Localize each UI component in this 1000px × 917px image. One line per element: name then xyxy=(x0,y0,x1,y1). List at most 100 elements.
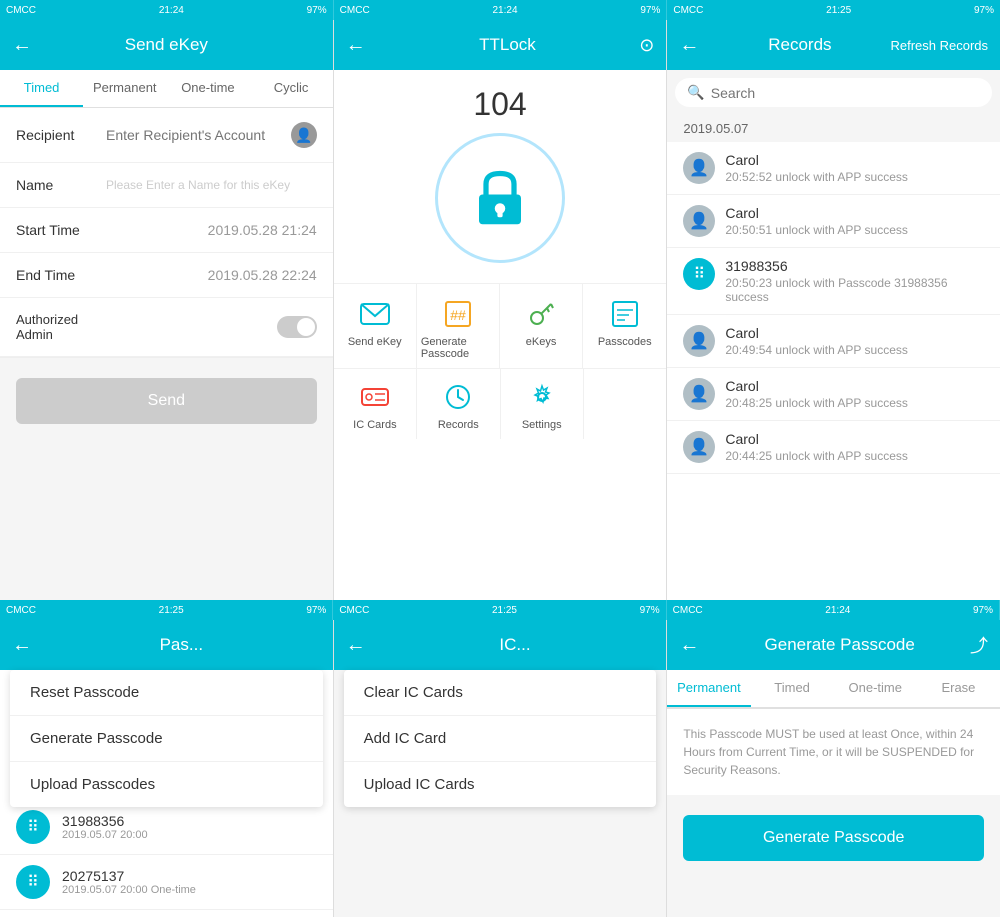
record-name: Carol xyxy=(725,378,984,394)
search-bar: 🔍 xyxy=(667,70,1000,115)
ic-cards-back-button[interactable]: ← xyxy=(346,634,376,657)
top-screens-row: ← Send eKey Timed Permanent One-time Cyc… xyxy=(0,20,1000,600)
records-title: Records xyxy=(709,35,890,55)
passcode-back-button[interactable]: ← xyxy=(12,634,42,657)
generate-passcode-screen: ← Generate Passcode ⤴ Permanent Timed On… xyxy=(667,620,1000,917)
end-label: End Time xyxy=(16,267,106,283)
reset-passcode-item[interactable]: Reset Passcode xyxy=(10,670,323,716)
admin-row: Authorized Admin xyxy=(0,298,333,357)
start-label: Start Time xyxy=(16,222,106,238)
avatar: 👤 xyxy=(683,378,715,410)
passcode-item: ⠿005953292019.05.07 20:00 One-timeInvali… xyxy=(0,910,333,917)
name-row: Name Please Enter a Name for this eKey xyxy=(0,163,333,208)
settings-icon xyxy=(524,379,560,415)
menu-generate-passcode[interactable]: ## Generate Passcode xyxy=(417,284,500,368)
menu-records[interactable]: Records xyxy=(417,369,500,439)
gen-tab-permanent[interactable]: Permanent xyxy=(667,670,750,707)
menu-settings-label: Settings xyxy=(522,419,562,431)
gen-tab-bar: Permanent Timed One-time Erase xyxy=(667,670,1000,709)
records-screen: ← Records Refresh Records 🔍 2019.05.07 👤… xyxy=(667,20,1000,600)
record-item: 👤Carol20:52:52 unlock with APP success xyxy=(667,142,1000,195)
record-name: Carol xyxy=(725,205,984,221)
ekey-tab-bar: Timed Permanent One-time Cyclic xyxy=(0,70,333,108)
end-value[interactable]: 2019.05.28 22:24 xyxy=(106,267,317,283)
record-detail: 20:50:23 unlock with Passcode 31988356 s… xyxy=(725,276,984,304)
tab-timed[interactable]: Timed xyxy=(0,70,83,107)
bot-status-left: CMCC 21:25 97% xyxy=(0,600,333,620)
record-name: 31988356 xyxy=(725,258,984,274)
send-button[interactable]: Send xyxy=(16,378,317,424)
tab-one-time[interactable]: One-time xyxy=(166,70,249,107)
name-label: Name xyxy=(16,177,106,193)
records-icon xyxy=(440,379,476,415)
passcode-screen: ← Pas... Reset Passcode Generate Passcod… xyxy=(0,620,334,917)
passcode-list: ⠿319883562019.05.07 20:00⠿202751372019.0… xyxy=(0,800,333,917)
ttlock-menu-row2: IC Cards Records Settings xyxy=(334,368,667,439)
gen-back-button[interactable]: ← xyxy=(679,634,709,657)
ttlock-title: TTLock xyxy=(376,35,640,55)
generate-passcode-item[interactable]: Generate Passcode xyxy=(10,716,323,762)
start-time-row: Start Time 2019.05.28 21:24 xyxy=(0,208,333,253)
ic-cards-title: IC... xyxy=(376,635,655,655)
records-back-button[interactable]: ← xyxy=(679,34,709,57)
record-detail: 20:50:51 unlock with APP success xyxy=(725,223,984,237)
passcode-number: 20275137 xyxy=(62,868,317,884)
ttlock-header: ← TTLock ⊙ xyxy=(334,20,667,70)
menu-send-ekey[interactable]: Send eKey xyxy=(334,284,417,368)
gen-tab-one-time[interactable]: One-time xyxy=(834,670,917,707)
bottom-status-bar: CMCC 21:25 97% CMCC 21:25 97% CMCC 21:24… xyxy=(0,600,1000,620)
upload-ic-cards-item[interactable]: Upload IC Cards xyxy=(344,762,657,807)
gen-body: This Passcode MUST be used at least Once… xyxy=(667,709,1000,917)
clear-ic-cards-item[interactable]: Clear IC Cards xyxy=(344,670,657,716)
back-button[interactable]: ← xyxy=(12,34,42,57)
record-item: 👤 Carol 20:48:25 unlock with APP success xyxy=(667,368,1000,421)
ttlock-screen: ← TTLock ⊙ 104 Send eKey xyxy=(334,20,668,600)
add-ic-card-item[interactable]: Add IC Card xyxy=(344,716,657,762)
menu-ekeys-label: eKeys xyxy=(526,336,557,348)
contact-icon[interactable]: 👤 xyxy=(291,122,317,148)
records-header: ← Records Refresh Records xyxy=(667,20,1000,70)
recipient-row: Recipient 👤 xyxy=(0,108,333,163)
passcode-header: ← Pas... xyxy=(0,620,333,670)
passcode-item: ⠿319883562019.05.07 20:00 xyxy=(0,800,333,855)
passcode-number: 31988356 xyxy=(62,813,317,829)
tab-permanent[interactable]: Permanent xyxy=(83,70,166,107)
gen-tab-erase[interactable]: Erase xyxy=(917,670,1000,707)
menu-ic-cards[interactable]: IC Cards xyxy=(334,369,417,439)
tab-cyclic[interactable]: Cyclic xyxy=(250,70,333,107)
svg-text:##: ## xyxy=(450,307,466,323)
search-input[interactable] xyxy=(711,85,980,101)
recipient-input[interactable] xyxy=(106,127,291,143)
menu-passcodes[interactable]: Passcodes xyxy=(583,284,666,368)
generate-passcode-button[interactable]: Generate Passcode xyxy=(683,815,984,861)
send-ekey-header: ← Send eKey xyxy=(0,20,333,70)
generate-passcode-icon: ## xyxy=(440,296,476,332)
record-name: Carol xyxy=(725,431,984,447)
admin-toggle[interactable] xyxy=(277,316,317,338)
upload-passcodes-item[interactable]: Upload Passcodes xyxy=(10,762,323,807)
search-icon: 🔍 xyxy=(687,84,704,101)
refresh-records-button[interactable]: Refresh Records xyxy=(890,38,988,53)
menu-gen-passcode-label: Generate Passcode xyxy=(421,336,495,360)
passcode-title: Pas... xyxy=(42,635,321,655)
gen-tab-timed[interactable]: Timed xyxy=(751,670,834,707)
ttlock-back-button[interactable]: ← xyxy=(346,34,376,57)
camera-icon[interactable]: ⊙ xyxy=(639,35,654,56)
start-value[interactable]: 2019.05.28 21:24 xyxy=(106,222,317,238)
gen-notice: This Passcode MUST be used at least Once… xyxy=(667,709,1000,795)
record-detail: 20:52:52 unlock with APP success xyxy=(725,170,984,184)
menu-settings[interactable]: Settings xyxy=(501,369,584,439)
ttlock-body: 104 Send eKey ## xyxy=(334,70,667,600)
avatar: ⠿ xyxy=(683,258,715,290)
ic-cards-dropdown: Clear IC Cards Add IC Card Upload IC Car… xyxy=(344,670,657,807)
ekeys-icon xyxy=(523,296,559,332)
ic-cards-icon xyxy=(357,379,393,415)
menu-ekeys[interactable]: eKeys xyxy=(500,284,583,368)
record-name: Carol xyxy=(725,325,984,341)
record-detail: 20:48:25 unlock with APP success xyxy=(725,396,984,410)
record-name: Carol xyxy=(725,152,984,168)
export-icon[interactable]: ⤴ xyxy=(970,632,988,658)
passcodes-icon xyxy=(607,296,643,332)
passcode-dropdown: Reset Passcode Generate Passcode Upload … xyxy=(10,670,323,807)
avatar: 👤 xyxy=(683,205,715,237)
